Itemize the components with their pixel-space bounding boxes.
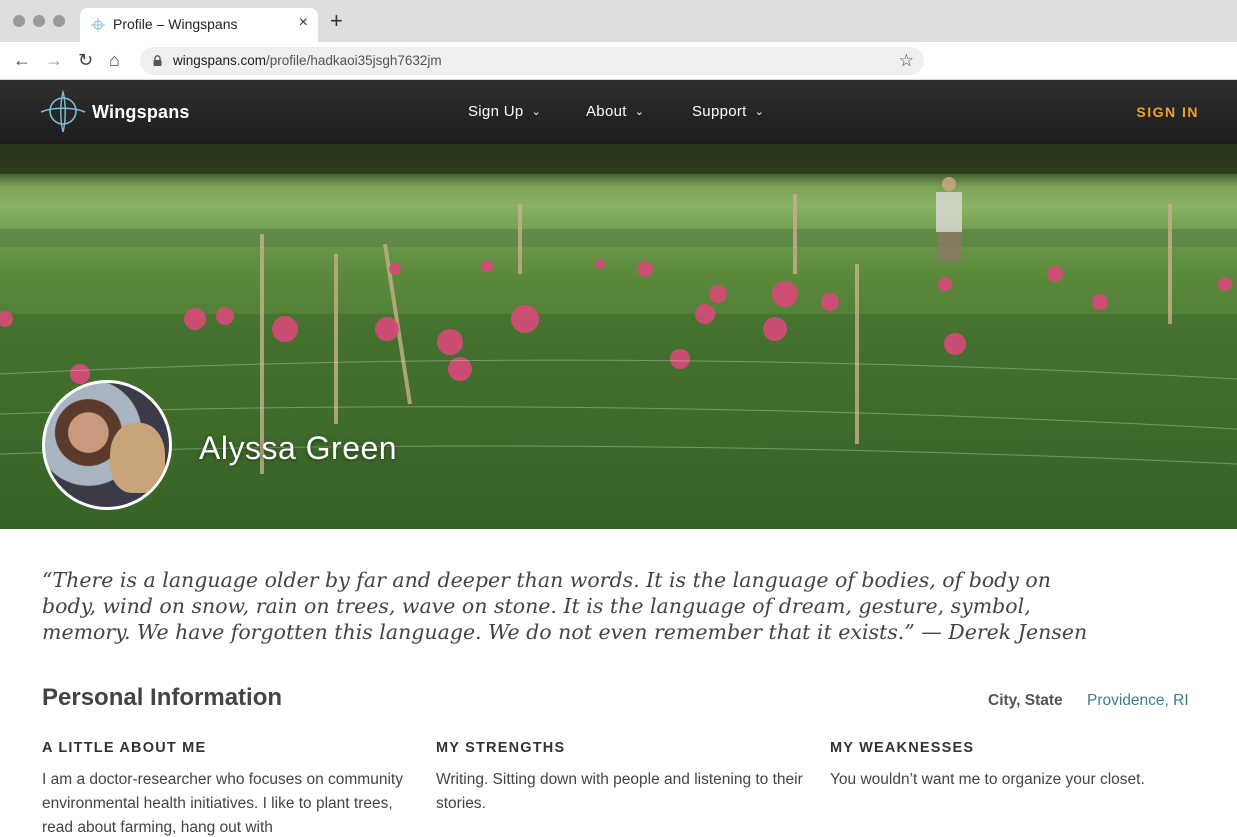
farmer-figure [936, 177, 962, 262]
url-text: wingspans.com/profile/hadkaoi35jsgh7632j… [173, 53, 442, 68]
nav-about[interactable]: About ⌄ [586, 103, 644, 120]
city-state-label: City, State [988, 692, 1063, 709]
city-state-value[interactable]: Providence, RI [1087, 692, 1189, 710]
window-maximize-button[interactable] [53, 15, 65, 27]
home-icon[interactable]: ⌂ [109, 50, 120, 70]
tab-title: Profile – Wingspans [113, 16, 238, 32]
about-me-text: I am a doctor-researcher who focuses on … [42, 771, 403, 836]
reload-icon[interactable]: ↻ [78, 50, 93, 70]
strengths-heading: MY STRENGTHS [436, 740, 566, 756]
profile-quote: “There is a language older by far and de… [42, 568, 1088, 644]
section-title-personal-information: Personal Information [42, 684, 283, 711]
wingspans-favicon-icon [91, 18, 105, 32]
nav-about-label: About [586, 103, 627, 120]
url-domain: wingspans.com [173, 53, 267, 68]
chevron-down-icon: ⌄ [531, 106, 541, 118]
wingspans-logo-icon[interactable] [40, 88, 86, 134]
browser-address-bar: ← → ↻ ⌂ wingspans.com/profile/hadkaoi35j… [0, 42, 1237, 80]
browser-tab-bar: Profile – Wingspans × + [0, 0, 1237, 42]
nav-sign-up-label: Sign Up [468, 103, 524, 120]
chevron-down-icon: ⌄ [754, 106, 765, 118]
new-tab-button[interactable]: + [330, 10, 343, 32]
browser-tab[interactable]: Profile – Wingspans × [80, 8, 318, 42]
brand-name[interactable]: Wingspans [92, 102, 190, 123]
sign-in-link[interactable]: SIGN IN [1136, 104, 1199, 120]
site-header: Wingspans Sign Up ⌄ About ⌄ Support ⌄ SIGN … [0, 80, 1237, 144]
lock-icon [153, 55, 162, 66]
poppy-field-illustration [0, 144, 1237, 529]
weaknesses-heading: MY WEAKNESSES [830, 740, 975, 756]
profile-cover-image [0, 144, 1237, 529]
star-icon[interactable]: ☆ [899, 51, 914, 71]
url-input[interactable]: wingspans.com/profile/hadkaoi35jsgh7632j… [140, 47, 924, 75]
strengths-text: Writing. Sitting down with people and li… [436, 771, 803, 812]
avatar-dog [110, 423, 165, 493]
back-icon[interactable]: ← [13, 50, 31, 70]
profile-name: Alyssa Green [199, 430, 398, 466]
avatar[interactable] [42, 380, 172, 510]
forward-icon[interactable]: → [45, 50, 63, 70]
nav-support-label: Support [692, 103, 747, 120]
window-close-button[interactable] [13, 15, 25, 27]
about-me-heading: A LITTLE ABOUT ME [42, 740, 207, 756]
chevron-down-icon: ⌄ [634, 106, 645, 118]
tab-close-icon[interactable]: × [299, 14, 308, 32]
weaknesses-text: You wouldn’t want me to organize your cl… [830, 771, 1145, 788]
nav-sign-up[interactable]: Sign Up ⌄ [468, 103, 541, 120]
url-path: /profile/hadkaoi35jsgh7632jm [266, 53, 442, 68]
nav-support[interactable]: Support ⌄ [692, 103, 764, 120]
window-minimize-button[interactable] [33, 15, 45, 27]
